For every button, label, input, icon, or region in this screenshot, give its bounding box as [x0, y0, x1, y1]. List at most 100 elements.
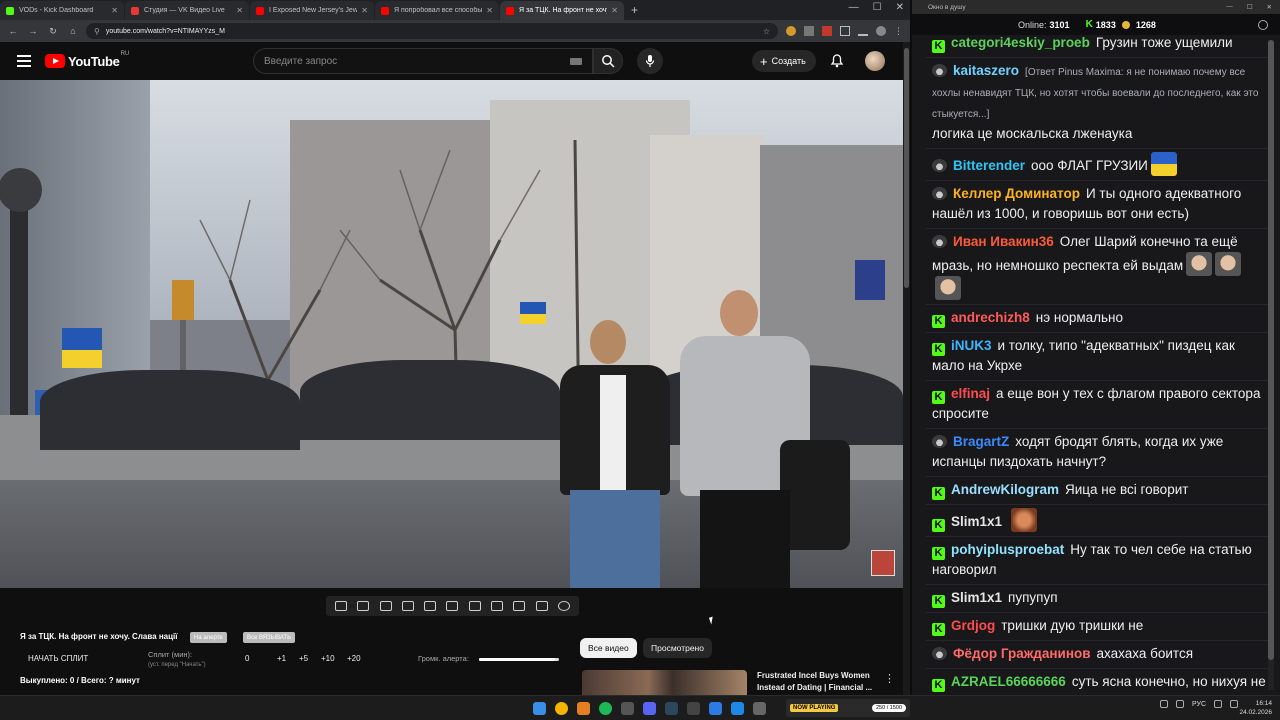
back-icon[interactable]: ←	[6, 26, 20, 36]
flask-icon[interactable]	[535, 601, 548, 611]
account-avatar[interactable]	[865, 51, 885, 71]
maximize-icon[interactable]: ☐	[1247, 3, 1253, 11]
pip-icon[interactable]	[424, 601, 437, 611]
chat-username[interactable]: Slim1x1	[951, 590, 1002, 605]
tab-close-icon[interactable]: ✕	[361, 6, 368, 15]
new-tab-button[interactable]: +	[631, 3, 638, 17]
chrome-app-icon[interactable]	[555, 702, 568, 715]
loop-icon[interactable]	[335, 601, 348, 611]
extension-icon[interactable]	[804, 26, 814, 36]
recommended-title[interactable]: Frustrated Incel Buys Women Instead of D…	[757, 670, 882, 694]
download-icon[interactable]	[858, 26, 868, 36]
extension-icon[interactable]	[786, 26, 796, 36]
video-player[interactable]	[0, 80, 903, 588]
screenshot-crop-icon[interactable]	[490, 601, 503, 611]
film-icon[interactable]	[401, 601, 414, 611]
site-info-icon[interactable]: ⚲	[94, 27, 100, 36]
chat-username[interactable]: AndrewKilogram	[951, 482, 1059, 497]
voice-search-button[interactable]	[637, 48, 663, 74]
split-add-1-button[interactable]: +1	[277, 654, 286, 663]
chat-username[interactable]: Иван Ивакин36	[953, 234, 1054, 249]
filter-watched[interactable]: Просмотрено	[643, 638, 712, 658]
minimize-icon[interactable]: —	[849, 2, 859, 13]
youtube-logo[interactable]: YouTube RU	[45, 51, 129, 69]
extension-icon[interactable]	[822, 26, 832, 36]
chat-username[interactable]: Grdjog	[951, 618, 995, 633]
chat-username[interactable]: BragartZ	[953, 434, 1009, 449]
volume-icon[interactable]	[1230, 700, 1239, 708]
tab-close-icon[interactable]: ✕	[486, 6, 493, 15]
recommended-thumbnail[interactable]	[582, 670, 747, 695]
chat-scrollbar[interactable]	[1268, 40, 1274, 690]
close-window-icon[interactable]: ✕	[1267, 3, 1272, 11]
profile-icon[interactable]	[876, 26, 886, 36]
search-input[interactable]: Введите запрос	[253, 48, 593, 74]
notifications-bell-icon[interactable]	[830, 53, 844, 68]
audio-icon[interactable]	[357, 601, 370, 611]
explorer-app-icon[interactable]	[577, 702, 590, 715]
input-language[interactable]: РУС	[1192, 701, 1206, 708]
split-add-10-button[interactable]: +10	[321, 654, 335, 663]
camera-icon[interactable]	[513, 601, 526, 611]
bookmark-star-icon[interactable]: ☆	[763, 27, 770, 36]
chat-settings-icon[interactable]	[1258, 19, 1268, 30]
split-add-20-button[interactable]: +20	[347, 654, 361, 663]
app-icon[interactable]	[753, 702, 766, 715]
maximize-icon[interactable]: ☐	[873, 2, 882, 13]
menu-dots-icon[interactable]: ⋮	[894, 26, 904, 36]
chat-username[interactable]: iNUK3	[951, 338, 992, 353]
chat-username[interactable]: categori4eskiy_proeb	[951, 35, 1090, 50]
spotify-app-icon[interactable]	[599, 702, 612, 715]
home-icon[interactable]: ⌂	[66, 26, 80, 36]
close-window-icon[interactable]: ✕	[896, 2, 904, 13]
address-bar[interactable]: ⚲ youtube.com/watch?v=NTIMAYYzs_M ☆	[86, 23, 778, 39]
browser-tab[interactable]: Я попробовал все способы бу ✕	[375, 1, 499, 20]
settings-gear-icon[interactable]	[557, 601, 570, 611]
browser-tab[interactable]: VODs - Kick Dashboard ✕	[0, 1, 124, 20]
tab-close-icon[interactable]: ✕	[111, 6, 118, 15]
keyboard-icon[interactable]	[570, 57, 582, 65]
browser-tab[interactable]: Я за ТЦК. На фронт не хочу ✕	[500, 1, 624, 20]
subtitles-icon[interactable]	[446, 601, 459, 611]
extensions-puzzle-icon[interactable]	[840, 26, 850, 36]
create-button[interactable]: + Создать	[752, 50, 816, 72]
chat-username[interactable]: Фёдор Гражданинов	[953, 646, 1091, 661]
browser-tab[interactable]: I Exposed New Jersey's Jewish ✕	[250, 1, 374, 20]
chat-username[interactable]: elfinaj	[951, 386, 990, 401]
start-windows-icon[interactable]	[533, 702, 546, 715]
app-icon[interactable]	[687, 702, 700, 715]
system-clock[interactable]: 16:14 24.02.2026	[1239, 699, 1272, 717]
start-split-button[interactable]: НАЧАТЬ СПЛИТ	[28, 654, 88, 663]
forward-icon[interactable]: →	[26, 26, 40, 36]
more-options-icon[interactable]: ⋮	[884, 672, 895, 685]
reload-icon[interactable]: ↻	[46, 26, 60, 37]
chat-username[interactable]: AZRAEL66666666	[951, 674, 1066, 689]
bluetooth-icon[interactable]	[1176, 700, 1184, 708]
page-scrollbar[interactable]	[903, 42, 910, 695]
chat-username[interactable]: andrechizh8	[951, 310, 1030, 325]
obs-app-icon[interactable]	[621, 702, 634, 715]
cast-icon[interactable]	[379, 601, 392, 611]
app-icon[interactable]	[731, 702, 744, 715]
chat-username[interactable]: kaitaszero	[953, 63, 1019, 78]
discord-app-icon[interactable]	[643, 702, 656, 715]
hamburger-menu-icon[interactable]	[17, 52, 31, 70]
minimize-icon[interactable]: —	[1226, 3, 1233, 11]
search-button[interactable]	[593, 48, 623, 74]
split-add-5-button[interactable]: +5	[299, 654, 308, 663]
filter-all-videos[interactable]: Все видео	[580, 638, 637, 658]
browser-tab[interactable]: Студия — VK Видео Live ✕	[125, 1, 249, 20]
alert-volume-slider[interactable]	[479, 658, 559, 661]
status-chip[interactable]: Все ВЯЗЫВАТЬ	[243, 632, 296, 643]
network-icon[interactable]	[1214, 700, 1223, 708]
tray-chevron-icon[interactable]	[1160, 700, 1168, 708]
app-icon[interactable]	[709, 702, 722, 715]
status-chip[interactable]: На алерте	[190, 632, 227, 643]
chat-username[interactable]: Slim1x1	[951, 514, 1002, 529]
tab-close-icon[interactable]: ✕	[611, 6, 618, 15]
tab-close-icon[interactable]: ✕	[236, 6, 243, 15]
chat-username[interactable]: Bitterender	[953, 158, 1025, 173]
speed-icon[interactable]	[468, 601, 481, 611]
chat-username[interactable]: pohyiplusproebat	[951, 542, 1064, 557]
chat-username[interactable]: Келлер Доминатор	[953, 186, 1080, 201]
